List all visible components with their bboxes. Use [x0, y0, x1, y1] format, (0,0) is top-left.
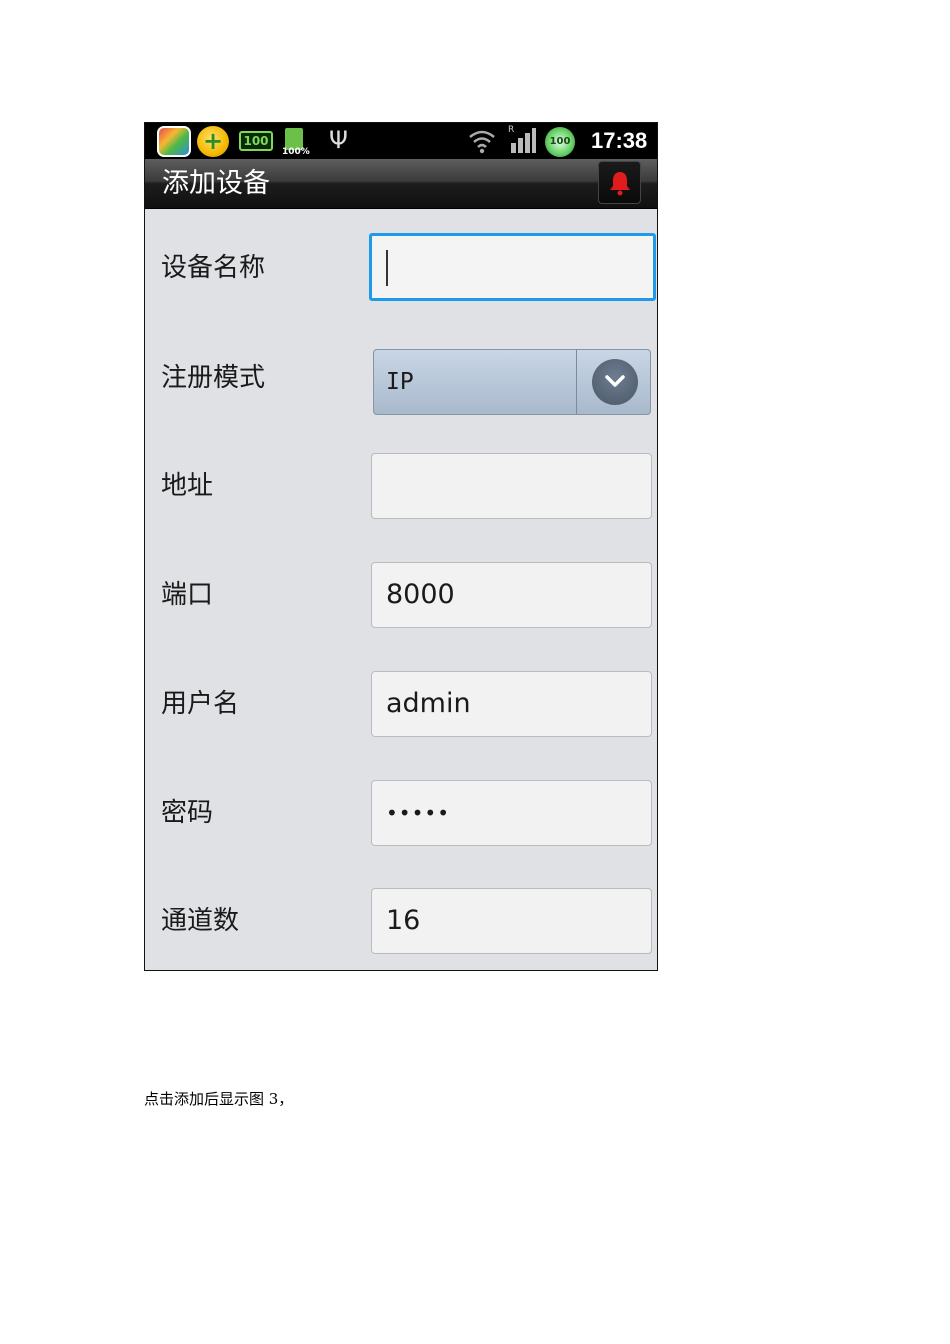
password-row: 密码 ••••• — [145, 773, 657, 853]
alarm-button[interactable] — [598, 161, 641, 204]
device-name-row: 设备名称 — [145, 228, 657, 308]
address-input[interactable] — [371, 453, 652, 519]
usb-icon: Ψ — [329, 126, 348, 154]
page-title: 添加设备 — [162, 168, 270, 199]
status-bar: + 100 100% Ψ R 100 17:38 — [145, 123, 657, 159]
battery-percent-label: 100% — [282, 147, 310, 157]
chevron-down-icon[interactable] — [592, 359, 638, 405]
signal-icon — [509, 127, 537, 159]
username-label: 用户名 — [161, 689, 240, 719]
select-divider — [576, 350, 577, 414]
app-store-icon — [157, 126, 191, 157]
register-mode-value: IP — [386, 369, 414, 395]
address-label: 地址 — [161, 471, 214, 501]
title-bar: 添加设备 — [145, 159, 657, 209]
device-name-input[interactable] — [369, 233, 656, 301]
channels-input[interactable]: 16 — [371, 888, 652, 954]
port-label: 端口 — [161, 580, 214, 610]
wifi-icon — [467, 127, 497, 159]
phone-screen: + 100 100% Ψ R 100 17:38 添加设备 设备名称 注册模式 … — [144, 122, 658, 971]
channels-row: 通道数 16 — [145, 881, 657, 961]
text-cursor — [386, 250, 388, 286]
username-input[interactable]: admin — [371, 671, 652, 737]
device-name-label: 设备名称 — [161, 253, 266, 283]
register-mode-label: 注册模式 — [161, 363, 266, 393]
bell-icon — [610, 172, 630, 196]
register-mode-select[interactable]: IP — [373, 349, 651, 415]
battery-badge-icon: 100 — [239, 131, 273, 151]
port-row: 端口 8000 — [145, 555, 657, 635]
address-row: 地址 — [145, 446, 657, 526]
clock: 17:38 — [591, 128, 648, 153]
channels-label: 通道数 — [161, 906, 240, 936]
password-label: 密码 — [161, 798, 214, 828]
register-mode-row: 注册模式 IP — [145, 338, 657, 418]
username-row: 用户名 admin — [145, 664, 657, 744]
cleaner-icon: 100 — [545, 127, 575, 157]
port-input[interactable]: 8000 — [371, 562, 652, 628]
document-caption: 点击添加后显示图 3， — [144, 1090, 294, 1108]
security-plus-icon: + — [197, 126, 229, 157]
password-input[interactable]: ••••• — [371, 780, 652, 846]
